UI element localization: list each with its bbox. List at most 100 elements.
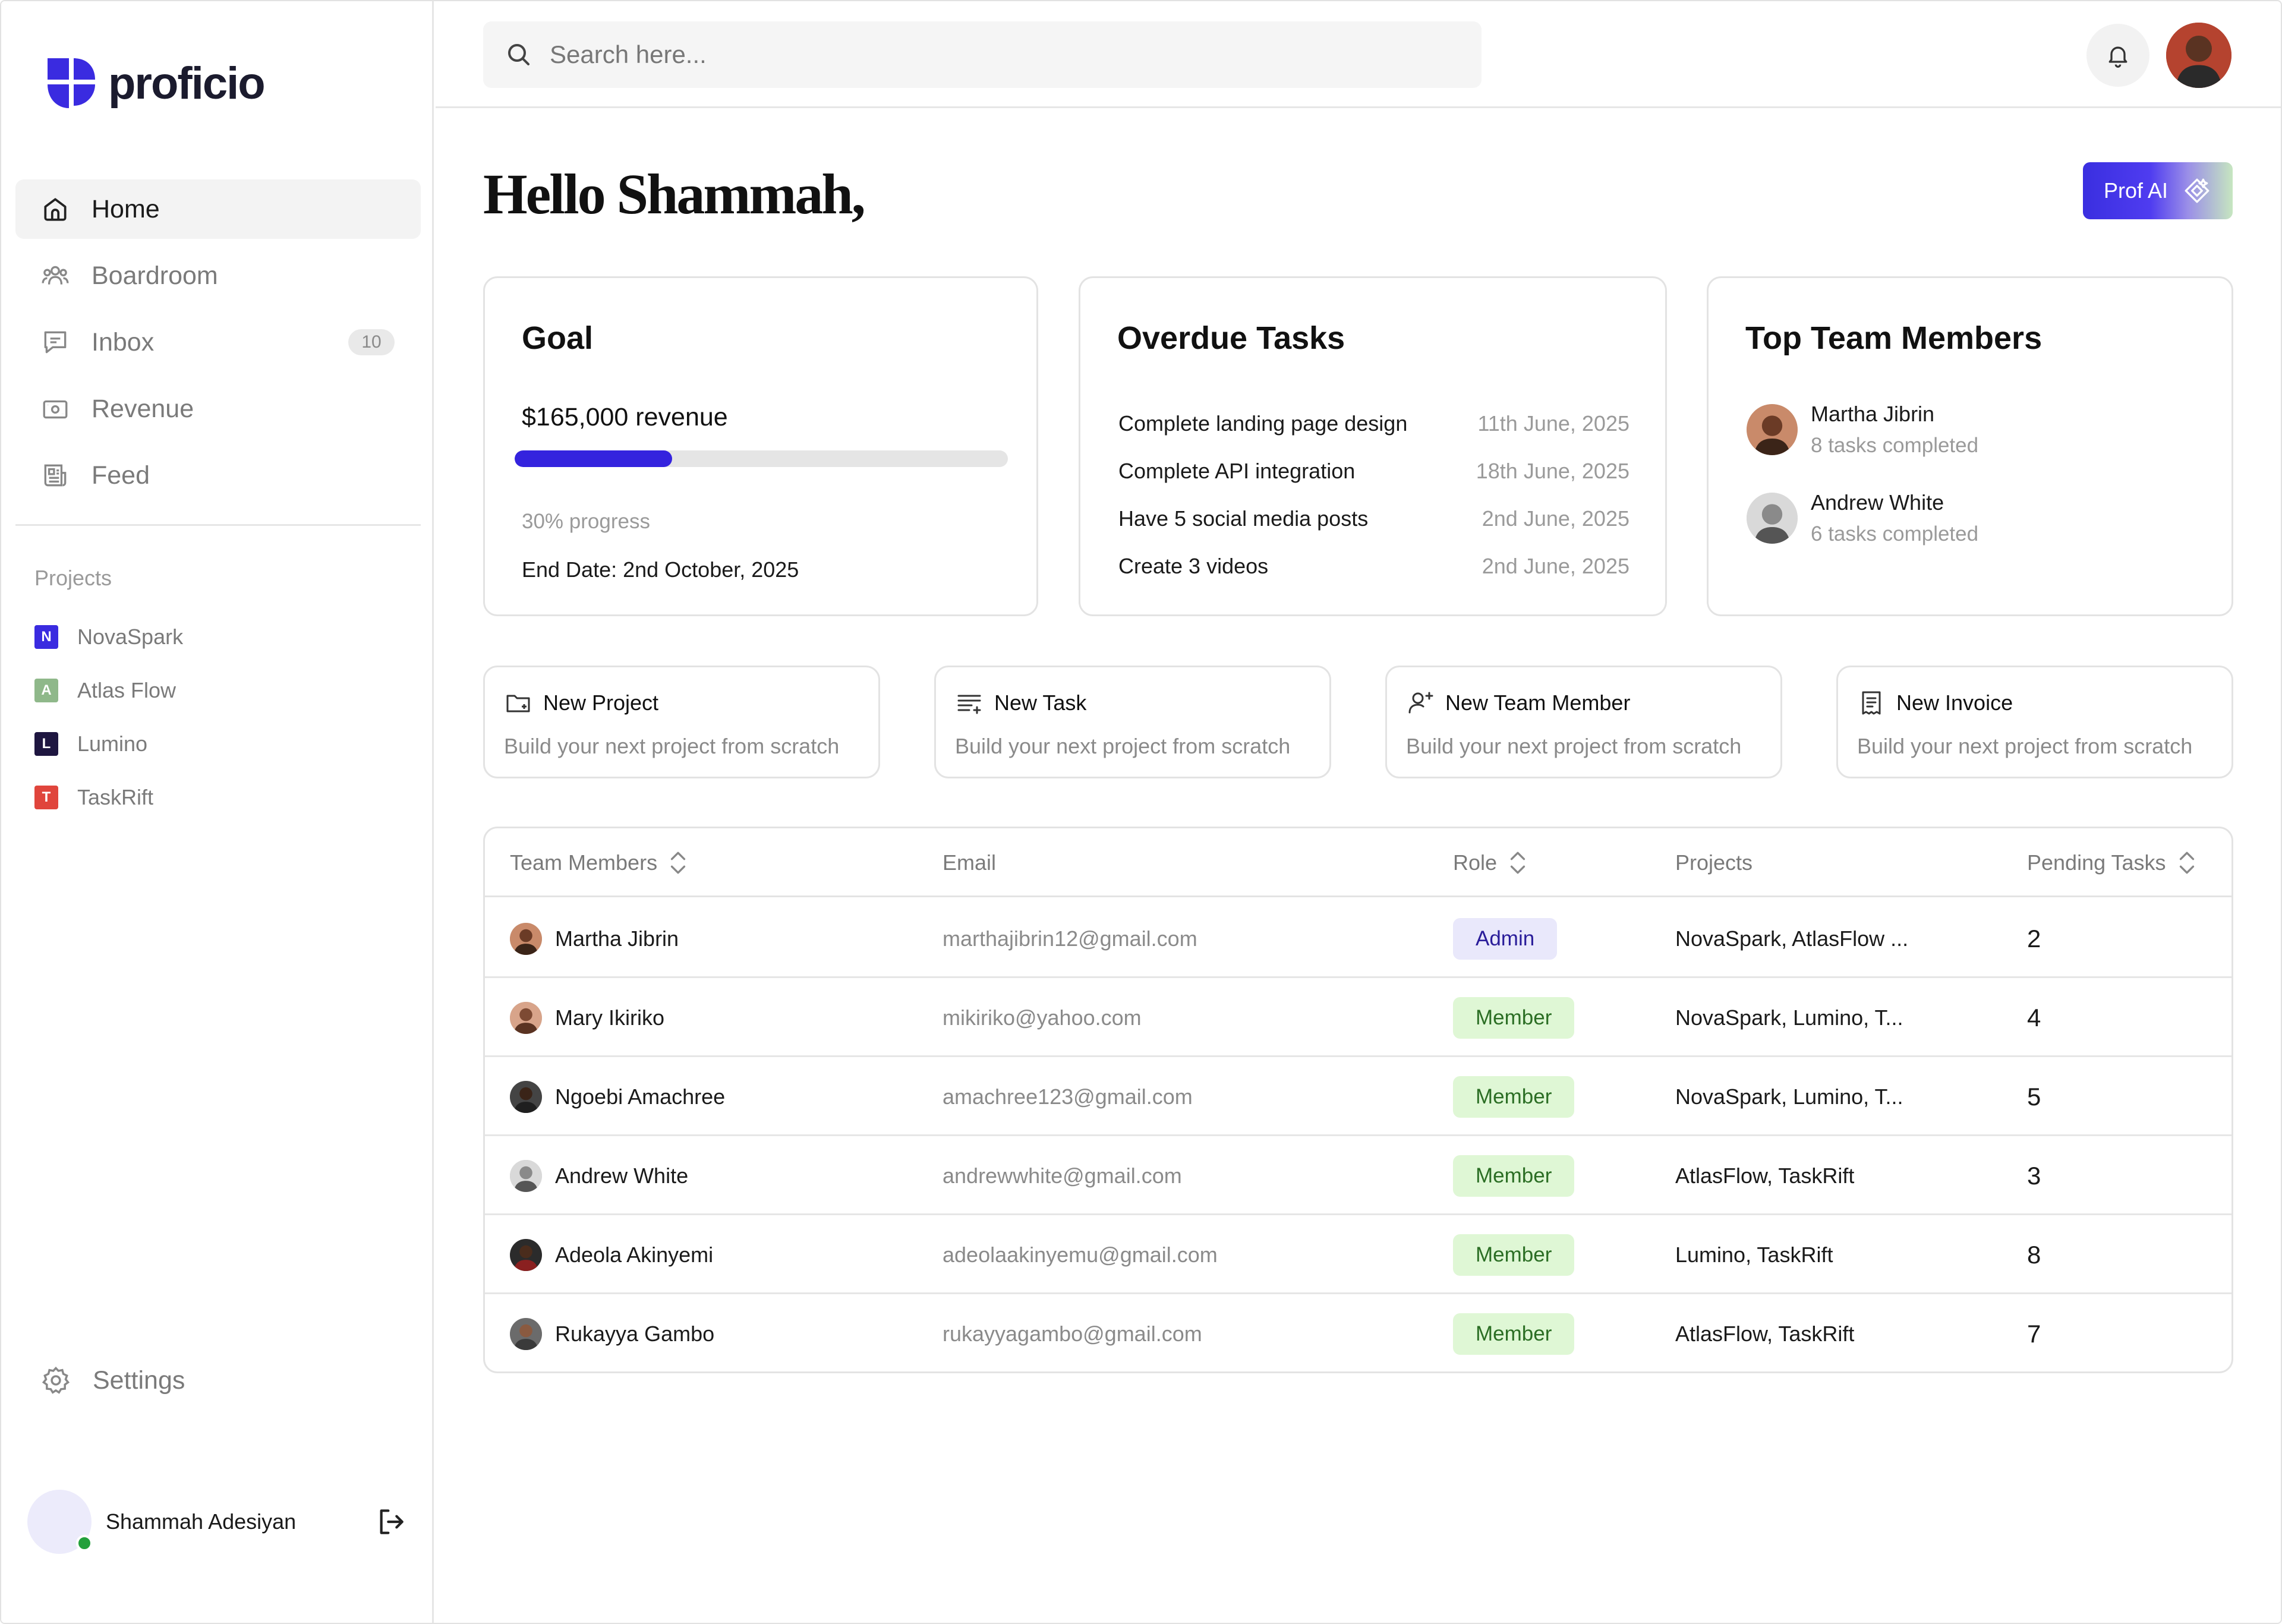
sidebar-item-home[interactable]: Home [15,179,421,239]
profile-avatar[interactable] [2166,23,2231,88]
table-row[interactable]: Mary Ikiriko mikiriko@yahoo.com Member N… [485,978,2231,1057]
team-members-table: Team Members Email Role Projects Pending… [483,827,2233,1373]
person-avatar-icon [2166,23,2231,88]
gear-icon [42,1366,70,1394]
project-initial-badge: A [34,679,58,702]
users-icon [40,261,70,291]
table-row[interactable]: Rukayya Gambo rukayyagambo@gmail.com Mem… [485,1294,2231,1371]
project-name: TaskRift [77,785,154,809]
member-email: marthajibrin12@gmail.com [943,926,1197,951]
sidebar-item-settings[interactable]: Settings [40,1365,185,1396]
goal-card: Goal $165,000 revenue 30% progress End D… [483,276,1038,616]
current-user: Shammah Adesiyan [27,1490,408,1554]
action-title: New Team Member [1445,690,1631,715]
goal-progress-fill [515,450,673,467]
search-input[interactable] [550,40,1441,69]
goal-end-date: End Date: 2nd October, 2025 [522,557,799,582]
project-item-atlas-flow[interactable]: A Atlas Flow [34,673,183,708]
column-header-email: Email [943,828,996,897]
list-item[interactable]: Martha Jibrin 8 tasks completed [1747,402,1978,458]
new-invoice-button[interactable]: New Invoice Build your next project from… [1836,666,2233,778]
list-item[interactable]: Have 5 social media posts 2nd June, 2025 [1118,495,1629,543]
avatar [510,1080,542,1113]
prof-ai-label: Prof AI [2103,178,2168,203]
sidebar-item-feed[interactable]: Feed [15,446,421,505]
task-name: Complete landing page design [1118,411,1408,436]
avatar [1747,404,1798,455]
project-item-taskrift[interactable]: T TaskRift [34,780,183,815]
project-initial-badge: N [34,625,58,649]
action-subtitle: Build your next project from scratch [955,734,1291,758]
pending-tasks-count: 2 [2027,924,2041,953]
sort-icon [1510,852,1525,874]
member-projects: AtlasFlow, TaskRift [1675,1163,1855,1188]
action-subtitle: Build your next project from scratch [1857,734,2193,758]
search-icon [508,44,529,65]
member-email: adeolaakinyemu@gmail.com [943,1242,1218,1267]
list-item[interactable]: Complete landing page design 11th June, … [1118,400,1629,447]
notifications-button[interactable] [2086,24,2149,87]
avatar [510,1317,542,1350]
avatar [510,1159,542,1192]
table-row[interactable]: Andrew White andrewwhite@gmail.com Membe… [485,1136,2231,1215]
sparkle-icon [2185,178,2209,203]
sidebar-item-label: Inbox [92,327,155,357]
member-name: Rukayya Gambo [555,1321,715,1346]
new-team-member-button[interactable]: New Team Member Build your next project … [1385,666,1782,778]
column-label: Projects [1675,850,1753,875]
list-item[interactable]: Complete API integration 18th June, 2025 [1118,447,1629,495]
column-header-role[interactable]: Role [1453,828,1528,897]
table-row[interactable]: Adeola Akinyemi adeolaakinyemu@gmail.com… [485,1215,2231,1294]
table-row[interactable]: Martha Jibrin marthajibrin12@gmail.com A… [485,899,2231,978]
logout-icon[interactable] [374,1505,408,1538]
project-item-lumino[interactable]: L Lumino [34,726,183,762]
action-subtitle: Build your next project from scratch [504,734,840,758]
pending-tasks-count: 5 [2027,1082,2041,1111]
sidebar-item-boardroom[interactable]: Boardroom [15,246,421,305]
goal-amount: $165,000 revenue [522,403,728,431]
list-item[interactable]: Andrew White 6 tasks completed [1747,490,1978,546]
top-header [436,1,2281,108]
member-email: andrewwhite@gmail.com [943,1163,1182,1188]
member-name: Andrew White [1811,490,1944,515]
column-label: Team Members [510,850,658,875]
sidebar: proficio Home Boardroom Inbox 10 Revenue… [1,1,434,1623]
role-badge: Member [1453,997,1575,1039]
inbox-icon [40,327,70,357]
sidebar-item-revenue[interactable]: Revenue [15,379,421,439]
project-item-novaspark[interactable]: N NovaSpark [34,619,183,655]
user-avatar[interactable] [27,1490,93,1554]
logo[interactable]: proficio [43,53,266,113]
task-date: 11th June, 2025 [1477,411,1629,436]
avatar [510,922,542,955]
search-bar[interactable] [483,21,1482,88]
action-title: New Task [994,690,1087,715]
app-window: proficio Home Boardroom Inbox 10 Revenue… [0,0,2282,1624]
member-projects: Lumino, TaskRift [1675,1242,1833,1267]
prof-ai-button[interactable]: Prof AI [2083,162,2233,219]
goal-progress-text: 30% progress [522,510,650,533]
main-nav: Home Boardroom Inbox 10 Revenue Feed [15,179,421,512]
table-row[interactable]: Ngoebi Amachree amachree123@gmail.com Me… [485,1057,2231,1136]
list-item[interactable]: Create 3 videos 2nd June, 2025 [1118,543,1629,590]
goal-progress-bar [515,450,1008,467]
projects-section-title: Projects [34,566,112,590]
member-email: rukayyagambo@gmail.com [943,1321,1202,1346]
overdue-tasks-card: Overdue Tasks Complete landing page desi… [1079,276,1667,616]
column-header-team-members[interactable]: Team Members [510,828,688,897]
overdue-task-list: Complete landing page design 11th June, … [1118,400,1629,590]
brand-name: proficio [108,58,266,109]
new-task-button[interactable]: New Task Build your next project from sc… [934,666,1331,778]
online-status-dot [76,1535,93,1552]
project-name: Lumino [77,731,148,756]
sidebar-item-label: Boardroom [92,261,218,290]
action-title: New Invoice [1896,690,2013,715]
new-project-button[interactable]: New Project Build your next project from… [483,666,880,778]
member-name: Ngoebi Amachree [555,1084,726,1109]
money-icon [40,394,70,424]
column-header-pending-tasks[interactable]: Pending Tasks [2027,828,2197,897]
member-projects: AtlasFlow, TaskRift [1675,1321,1855,1346]
member-projects: NovaSpark, AtlasFlow ... [1675,926,1909,951]
sidebar-item-inbox[interactable]: Inbox 10 [15,313,421,372]
task-name: Create 3 videos [1118,554,1269,578]
